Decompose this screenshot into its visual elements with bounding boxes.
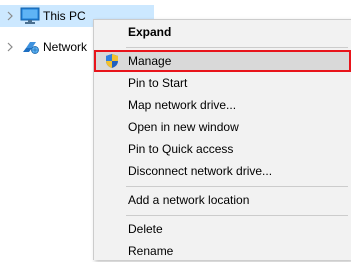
context-menu: Expand Manage Pin to Start Map network d… bbox=[93, 19, 351, 260]
menu-label-pin-to-quick-access: Pin to Quick access bbox=[128, 142, 234, 156]
chevron-right-icon[interactable] bbox=[6, 41, 14, 53]
menu-separator bbox=[126, 215, 348, 216]
menu-label-map-network-drive: Map network drive... bbox=[128, 98, 237, 112]
menu-label-open-in-new-window: Open in new window bbox=[128, 120, 239, 134]
menu-label-expand: Expand bbox=[128, 25, 172, 39]
network-icon bbox=[23, 42, 39, 54]
menu-label-pin-to-start: Pin to Start bbox=[128, 76, 188, 90]
menu-item-manage[interactable]: Manage bbox=[94, 50, 351, 72]
nav-item-network[interactable]: Network bbox=[0, 36, 93, 58]
menu-item-open-in-new-window[interactable]: Open in new window bbox=[94, 116, 351, 138]
menu-separator bbox=[126, 186, 348, 187]
menu-item-map-network-drive[interactable]: Map network drive... bbox=[94, 94, 351, 116]
menu-label-delete: Delete bbox=[128, 222, 163, 236]
uac-shield-icon bbox=[106, 54, 118, 68]
menu-item-expand[interactable]: Expand bbox=[94, 21, 351, 43]
nav-label-network: Network bbox=[43, 40, 88, 54]
nav-label-this-pc: This PC bbox=[43, 9, 86, 23]
menu-item-pin-to-start[interactable]: Pin to Start bbox=[94, 72, 351, 94]
menu-label-add-network-location: Add a network location bbox=[128, 193, 250, 207]
menu-item-pin-to-quick-access[interactable]: Pin to Quick access bbox=[94, 138, 351, 160]
menu-item-delete[interactable]: Delete bbox=[94, 218, 351, 240]
menu-separator bbox=[126, 47, 348, 48]
computer-icon bbox=[20, 7, 40, 24]
menu-item-disconnect-network-drive[interactable]: Disconnect network drive... bbox=[94, 160, 351, 182]
menu-item-rename[interactable]: Rename bbox=[94, 240, 351, 262]
chevron-right-icon[interactable] bbox=[6, 10, 14, 22]
menu-label-rename: Rename bbox=[128, 244, 174, 258]
menu-item-add-network-location[interactable]: Add a network location bbox=[94, 189, 351, 211]
menu-label-manage: Manage bbox=[128, 54, 172, 68]
menu-label-disconnect-network-drive: Disconnect network drive... bbox=[128, 164, 273, 178]
